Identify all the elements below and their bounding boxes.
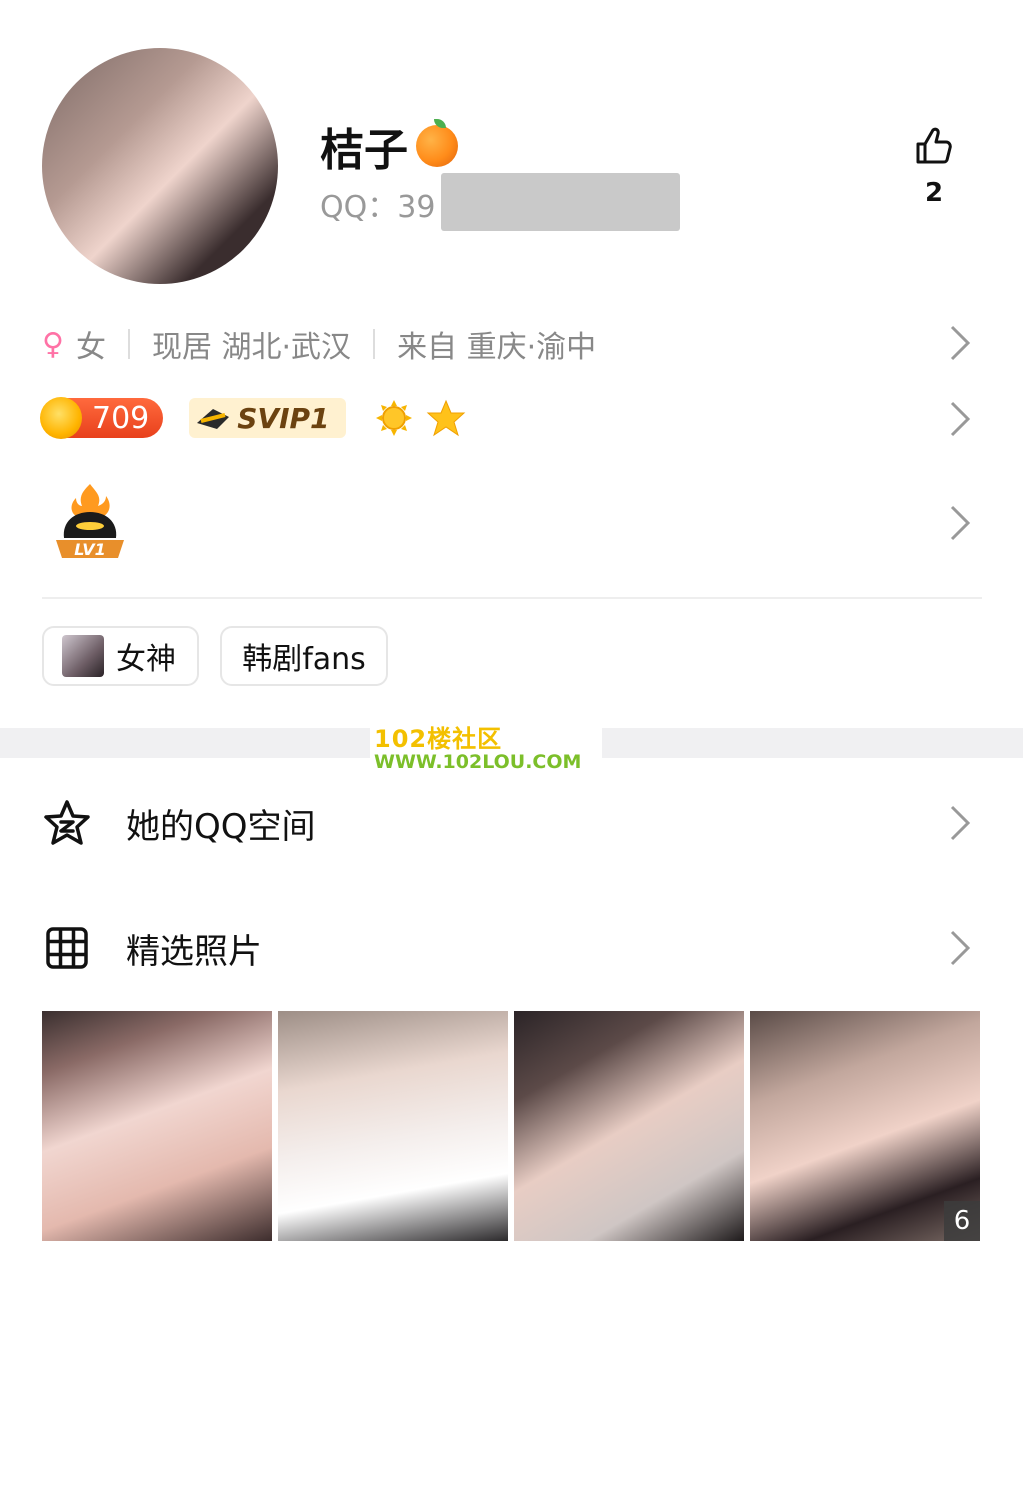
watermark: 102楼社区 WWW.102LOU.COM bbox=[370, 726, 602, 774]
nickname: 桔子 bbox=[320, 114, 458, 178]
qq-number: QQ：39 bbox=[320, 190, 436, 225]
star-icon bbox=[426, 399, 465, 437]
tag-label: 女神 bbox=[116, 642, 176, 677]
photo-grid: 6 bbox=[42, 1011, 982, 1241]
profile-info-row[interactable]: ♀ 女 现居 湖北·武汉 来自 重庆·渝中 bbox=[42, 318, 596, 370]
photo-thumbnail[interactable] bbox=[42, 1011, 272, 1241]
watermark-title: 102楼社区 bbox=[374, 725, 503, 753]
tag-goddess[interactable]: 女神 bbox=[42, 626, 199, 686]
svip-badge: SVIP1 bbox=[189, 398, 346, 438]
tag-label: 韩剧fans bbox=[242, 642, 366, 677]
photo-thumbnail[interactable]: 6 bbox=[750, 1011, 980, 1241]
chevron-right-icon[interactable] bbox=[948, 399, 972, 439]
level-label: LV1 bbox=[74, 540, 106, 559]
avatar[interactable] bbox=[42, 48, 278, 284]
chevron-right-icon[interactable] bbox=[948, 803, 972, 843]
section-divider bbox=[42, 597, 982, 599]
star-outline-icon bbox=[44, 800, 90, 845]
coin-icon bbox=[40, 397, 82, 439]
svip-label: SVIP1 bbox=[237, 401, 330, 435]
photo-count-badge: 6 bbox=[944, 1201, 980, 1241]
residence-text: 现居 湖北·武汉 bbox=[151, 330, 352, 365]
coin-value: 709 bbox=[92, 400, 150, 436]
grid-icon bbox=[46, 927, 88, 969]
orange-emoji-icon bbox=[416, 119, 458, 167]
divider bbox=[373, 329, 376, 359]
hometown-text: 来自 重庆·渝中 bbox=[397, 330, 597, 365]
badges-row[interactable]: 709 SVIP1 bbox=[40, 396, 466, 440]
nickname-text: 桔子 bbox=[320, 125, 408, 176]
coin-badge: 709 bbox=[40, 397, 164, 439]
watermark-url: WWW.102LOU.COM bbox=[374, 751, 582, 773]
chevron-right-icon[interactable] bbox=[948, 928, 972, 968]
sun-icon bbox=[375, 400, 412, 436]
svip-hat-icon bbox=[197, 409, 230, 429]
thumbs-up-icon[interactable] bbox=[912, 124, 956, 168]
qq-number-redaction bbox=[441, 173, 680, 231]
photo-thumbnail[interactable] bbox=[278, 1011, 508, 1241]
level-flame-icon[interactable]: LV1 bbox=[52, 482, 128, 562]
chevron-right-icon[interactable] bbox=[948, 503, 972, 543]
divider bbox=[127, 329, 130, 359]
qzone-label: 她的QQ空间 bbox=[126, 806, 316, 847]
female-icon: ♀ bbox=[42, 326, 64, 362]
featured-photos-row[interactable]: 精选照片 bbox=[42, 918, 982, 978]
tag-kdrama-fans[interactable]: 韩剧fans bbox=[220, 626, 388, 686]
featured-photos-label: 精选照片 bbox=[126, 931, 262, 972]
gender-text: 女 bbox=[75, 330, 106, 365]
tag-thumbnail bbox=[62, 635, 104, 677]
chevron-right-icon[interactable] bbox=[948, 323, 972, 363]
like-count: 2 bbox=[924, 178, 944, 208]
qzone-row[interactable]: 她的QQ空间 bbox=[42, 793, 982, 853]
photo-thumbnail[interactable] bbox=[514, 1011, 744, 1241]
